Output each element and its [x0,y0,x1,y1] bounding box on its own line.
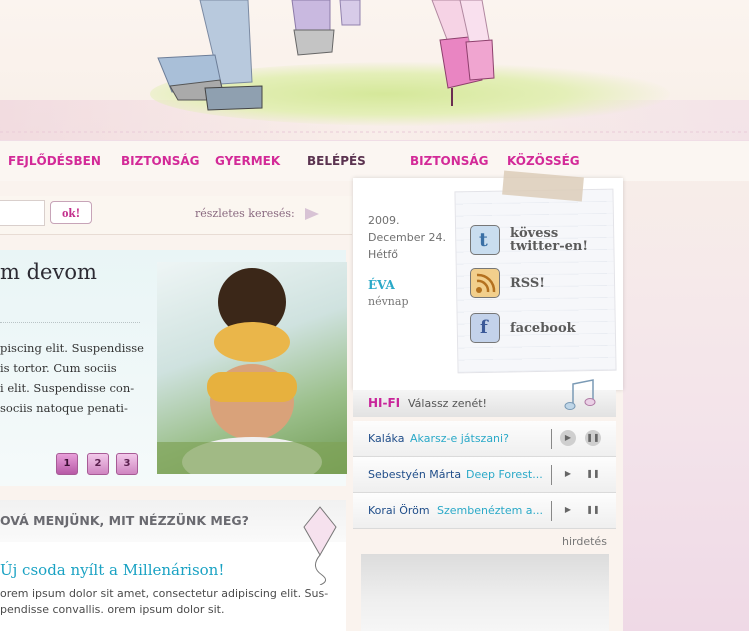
article-title[interactable]: m devom [0,260,97,284]
father-daughter-photo[interactable] [157,262,347,474]
nav-item-fejlodesben[interactable]: FEJLŐDÉSBEN [8,154,101,168]
photo-illustration [157,268,347,474]
track-artist: Korai Öröm [368,504,430,517]
play-icon[interactable]: ▶ [560,430,576,446]
event-title-link[interactable]: Új csoda nyílt a Millenárison! [0,561,224,579]
info-panel: 2009. December 24. Hétfő ÉVA névnap t kö… [353,170,623,390]
pager-button-1[interactable]: 1 [56,453,78,475]
excerpt-line: piscing elit. Suspendisse [0,341,144,355]
walking-figures-illustration [0,0,749,133]
events-header: OVÁ MENJÜNK, MIT NÉZZÜNK MEG? [0,500,346,585]
nav-item-biztonsag[interactable]: BIZTONSÁG [121,154,200,168]
track-artist: Sebestyén Márta [368,468,462,481]
track-row[interactable]: Sebestyén Márta Deep Forest... ▶ ❚❚ [353,457,616,493]
divider [551,465,552,485]
nav-item-gyermek[interactable]: GYERMEK [215,154,280,168]
pause-icon[interactable]: ❚❚ [585,430,601,446]
event-line: pendisse convallis. orem ipsum dolor sit… [0,603,225,616]
nameday-label: névnap [368,295,409,308]
main-nav: FEJLŐDÉSBEN BIZTONSÁG GYERMEK BELÉPÉS BI… [0,140,749,181]
hifi-header: HI-FI Válassz zenét! [353,379,616,417]
divider [551,501,552,521]
rss-label: RSS! [510,276,546,291]
divider [0,322,140,323]
facebook-label: facebook [510,321,576,336]
nav-item-kozosseg[interactable]: KÖZÖSSÉG [507,154,580,168]
track-row[interactable]: Korai Öröm Szembenéztem a... ▶ ❚❚ [353,493,616,529]
kite-icon [303,506,337,585]
facebook-icon: f [470,313,500,343]
track-row[interactable]: Kaláka Akarsz-e játszani? ▶ ❚❚ [353,421,616,457]
play-icon[interactable]: ▶ [560,502,576,518]
pause-icon[interactable]: ❚❚ [585,466,601,482]
twitter-icon: t [470,225,500,255]
event-line: orem ipsum dolor sit amet, consectetur a… [0,587,329,600]
event-description: orem ipsum dolor sit amet, consectetur a… [0,586,328,618]
track-song: Deep Forest... [466,468,543,481]
track-artist: Kaláka [368,432,405,445]
twitter-label-2: twitter-en! [510,239,589,254]
sidebar: 2009. December 24. Hétfő ÉVA névnap t kö… [353,170,623,631]
pause-icon[interactable]: ❚❚ [585,502,601,518]
date-display: 2009. December 24. Hétfő [368,212,446,263]
track-song: Szembenéztem a... [437,504,544,517]
music-note-icon [564,379,596,410]
excerpt-line: i elit. Suspendisse con- [0,381,135,395]
hifi-title: HI-FI [368,396,401,410]
ad-label: hirdetés [562,535,607,548]
advertisement-box[interactable] [361,554,609,631]
nav-item-biztonsag-2[interactable]: BIZTONSÁG [410,154,489,168]
featured-article: m devom piscing elit. Suspendisse is tor… [0,250,347,486]
arrow-right-icon[interactable] [305,208,319,220]
date-year: 2009. [368,214,400,227]
hifi-subtitle: Válassz zenét! [408,397,487,410]
excerpt-line: sociis natoque penati- [0,401,128,415]
search-bar: ok! részletes keresés: [0,196,352,235]
advanced-search-link[interactable]: részletes keresés: [195,207,295,220]
events-heading: OVÁ MENJÜNK, MIT NÉZZÜNK MEG? [0,513,249,528]
date-day: December 24. [368,231,447,244]
date-weekday: Hétfő [368,248,398,261]
social-rss[interactable]: RSS! [470,268,610,302]
article-excerpt: piscing elit. Suspendisse is tortor. Cum… [0,338,144,418]
search-input[interactable] [0,200,45,226]
social-facebook[interactable]: f facebook [470,313,610,347]
rss-icon [470,268,500,298]
pager-button-3[interactable]: 3 [116,453,138,475]
watercolor-side-wash [623,140,749,631]
pager-button-2[interactable]: 2 [87,453,109,475]
nav-item-belepes[interactable]: BELÉPÉS [307,154,366,168]
nameday-name: ÉVA [368,278,395,292]
events-section: OVÁ MENJÜNK, MIT NÉZZÜNK MEG? Új csoda n… [0,500,346,631]
search-ok-button[interactable]: ok! [50,201,92,224]
track-song: Akarsz-e játszani? [410,432,509,445]
play-icon[interactable]: ▶ [560,466,576,482]
excerpt-line: is tortor. Cum sociis [0,361,117,375]
divider [551,429,552,449]
social-twitter[interactable]: t kövess twitter-en! [470,225,610,259]
header-illustration [0,0,749,140]
